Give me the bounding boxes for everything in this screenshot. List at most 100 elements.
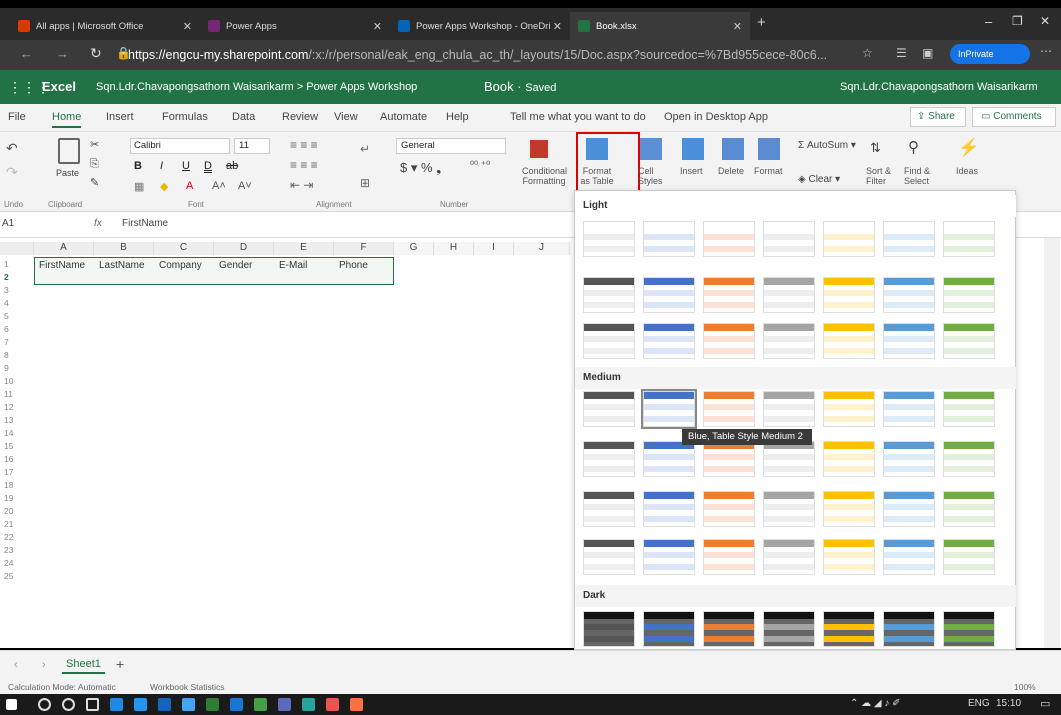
select-all-corner[interactable] — [0, 242, 34, 255]
table-style-swatch[interactable] — [703, 491, 755, 527]
table-style-swatch[interactable] — [643, 441, 695, 477]
back-icon[interactable]: ← — [20, 46, 33, 61]
table-style-swatch[interactable] — [643, 611, 695, 647]
table-style-swatch[interactable] — [583, 491, 635, 527]
table-style-swatch[interactable] — [883, 277, 935, 313]
table-style-swatch[interactable] — [643, 539, 695, 575]
table-style-swatch[interactable] — [943, 539, 995, 575]
row-header[interactable]: 24 — [0, 558, 26, 569]
table-style-swatch[interactable] — [643, 323, 695, 359]
row-header[interactable]: 7 — [0, 337, 26, 348]
table-style-swatch[interactable] — [823, 441, 875, 477]
browser-tab-book[interactable]: Book.xlsx ✕ — [570, 12, 750, 40]
sort-filter-button[interactable]: Sort & Filter — [866, 166, 891, 186]
row-header[interactable]: 15 — [0, 441, 26, 452]
next-sheet-icon[interactable]: › — [42, 659, 46, 671]
formula-input[interactable]: FirstName — [122, 218, 168, 229]
table-style-swatch[interactable] — [763, 441, 815, 477]
browser-tab-powerapps[interactable]: Power Apps ✕ — [200, 12, 390, 40]
conditional-formatting-button[interactable]: Conditional Formatting — [522, 166, 567, 186]
row-header[interactable]: 8 — [0, 350, 26, 361]
table-style-swatch[interactable] — [763, 391, 815, 427]
format-button[interactable]: Format — [754, 166, 783, 176]
copy-icon[interactable]: ⎘ — [90, 158, 99, 171]
column-header[interactable]: F — [334, 242, 394, 255]
row-header[interactable]: 21 — [0, 519, 26, 530]
clear-button[interactable]: ◈ Clear ▾ — [798, 174, 840, 185]
excel-taskbar-icon[interactable] — [206, 698, 219, 711]
table-style-swatch[interactable] — [763, 611, 815, 647]
row-header[interactable]: 14 — [0, 428, 26, 439]
collections-icon[interactable]: ▣ — [922, 46, 933, 60]
format-as-table-icon[interactable] — [586, 138, 608, 160]
table-style-swatch[interactable] — [883, 441, 935, 477]
header-cell[interactable]: Gender — [216, 259, 252, 272]
table-style-swatch[interactable] — [703, 277, 755, 313]
browser-tab-office[interactable]: All apps | Microsoft Office ✕ — [10, 12, 200, 40]
align-top-icon[interactable]: ≡ ≡ ≡ — [290, 138, 318, 152]
conditional-formatting-icon[interactable] — [528, 138, 550, 160]
table-style-swatch[interactable] — [703, 539, 755, 575]
ideas-button[interactable]: Ideas — [956, 166, 978, 176]
currency-icon[interactable]: $ ▾ % ❟ — [400, 160, 441, 176]
header-cell[interactable]: Phone — [336, 259, 368, 272]
app-name[interactable]: Excel — [42, 79, 76, 94]
header-cell[interactable]: LastName — [96, 259, 145, 272]
table-style-swatch[interactable] — [823, 277, 875, 313]
column-header[interactable]: I — [474, 242, 514, 255]
photos-icon[interactable] — [182, 698, 195, 711]
table-style-swatch[interactable] — [823, 221, 875, 257]
new-tab-button[interactable]: + — [757, 14, 766, 31]
forward-icon[interactable]: → — [56, 46, 69, 61]
decimal-icon[interactable]: ⁰⁰ ⁺⁰ — [470, 160, 490, 171]
tab-data[interactable]: Data — [232, 111, 255, 123]
word-taskbar-icon[interactable] — [230, 698, 243, 711]
number-format-select[interactable]: General — [396, 138, 506, 154]
column-header[interactable]: E — [274, 242, 334, 255]
table-style-swatch[interactable] — [583, 611, 635, 647]
table-style-swatch[interactable] — [643, 221, 695, 257]
notification-icon[interactable]: ▭ — [1040, 697, 1050, 710]
shrink-font-icon[interactable]: A˅ — [238, 180, 252, 192]
table-style-swatch[interactable] — [763, 323, 815, 359]
align-left-icon[interactable]: ≡ ≡ ≡ — [290, 158, 318, 172]
header-cell[interactable]: Company — [156, 259, 202, 272]
find-icon[interactable]: ⚲ — [908, 138, 919, 156]
insert-cells-icon[interactable] — [682, 138, 704, 160]
name-box[interactable]: A1 — [2, 218, 52, 229]
delete-cells-icon[interactable] — [722, 138, 744, 160]
row-header[interactable]: 11 — [0, 389, 26, 400]
delete-button[interactable]: Delete — [718, 166, 744, 176]
minimize-button[interactable]: – — [985, 14, 992, 29]
row-header[interactable]: 16 — [0, 454, 26, 465]
more-icon[interactable]: ⋯ — [1040, 44, 1052, 58]
edge-icon[interactable] — [110, 698, 123, 711]
workbook-stats[interactable]: Workbook Statistics — [150, 682, 224, 692]
tab-automate[interactable]: Automate — [380, 111, 427, 123]
row-header[interactable]: 22 — [0, 532, 26, 543]
row-header[interactable]: 5 — [0, 311, 26, 322]
underline-icon[interactable]: U — [182, 160, 190, 172]
table-style-swatch[interactable] — [643, 277, 695, 313]
find-select-button[interactable]: Find & Select — [904, 166, 930, 186]
tab-formulas[interactable]: Formulas — [162, 111, 208, 123]
share-button[interactable]: ⇪ Share — [910, 107, 966, 127]
sheet-tab[interactable]: Sheet1 — [62, 656, 105, 674]
undo-icon[interactable]: ↶ — [6, 140, 18, 157]
table-style-swatch[interactable] — [643, 491, 695, 527]
font-name-select[interactable]: Calibri — [130, 138, 230, 154]
font-color-icon[interactable]: A — [186, 180, 193, 192]
table-style-swatch[interactable] — [703, 611, 755, 647]
row-header[interactable]: 3 — [0, 285, 26, 296]
close-icon[interactable]: ✕ — [183, 20, 192, 33]
tab-help[interactable]: Help — [446, 111, 469, 123]
bold-icon[interactable]: B — [134, 160, 142, 172]
table-style-swatch[interactable] — [943, 221, 995, 257]
format-painter-icon[interactable]: ✎ — [90, 176, 99, 189]
tab-insert[interactable]: Insert — [106, 111, 134, 123]
close-window-button[interactable]: ✕ — [1040, 14, 1050, 28]
row-header[interactable]: 18 — [0, 480, 26, 491]
grow-font-icon[interactable]: A˄ — [212, 180, 226, 192]
table-style-swatch[interactable] — [823, 539, 875, 575]
table-style-swatch[interactable] — [943, 491, 995, 527]
